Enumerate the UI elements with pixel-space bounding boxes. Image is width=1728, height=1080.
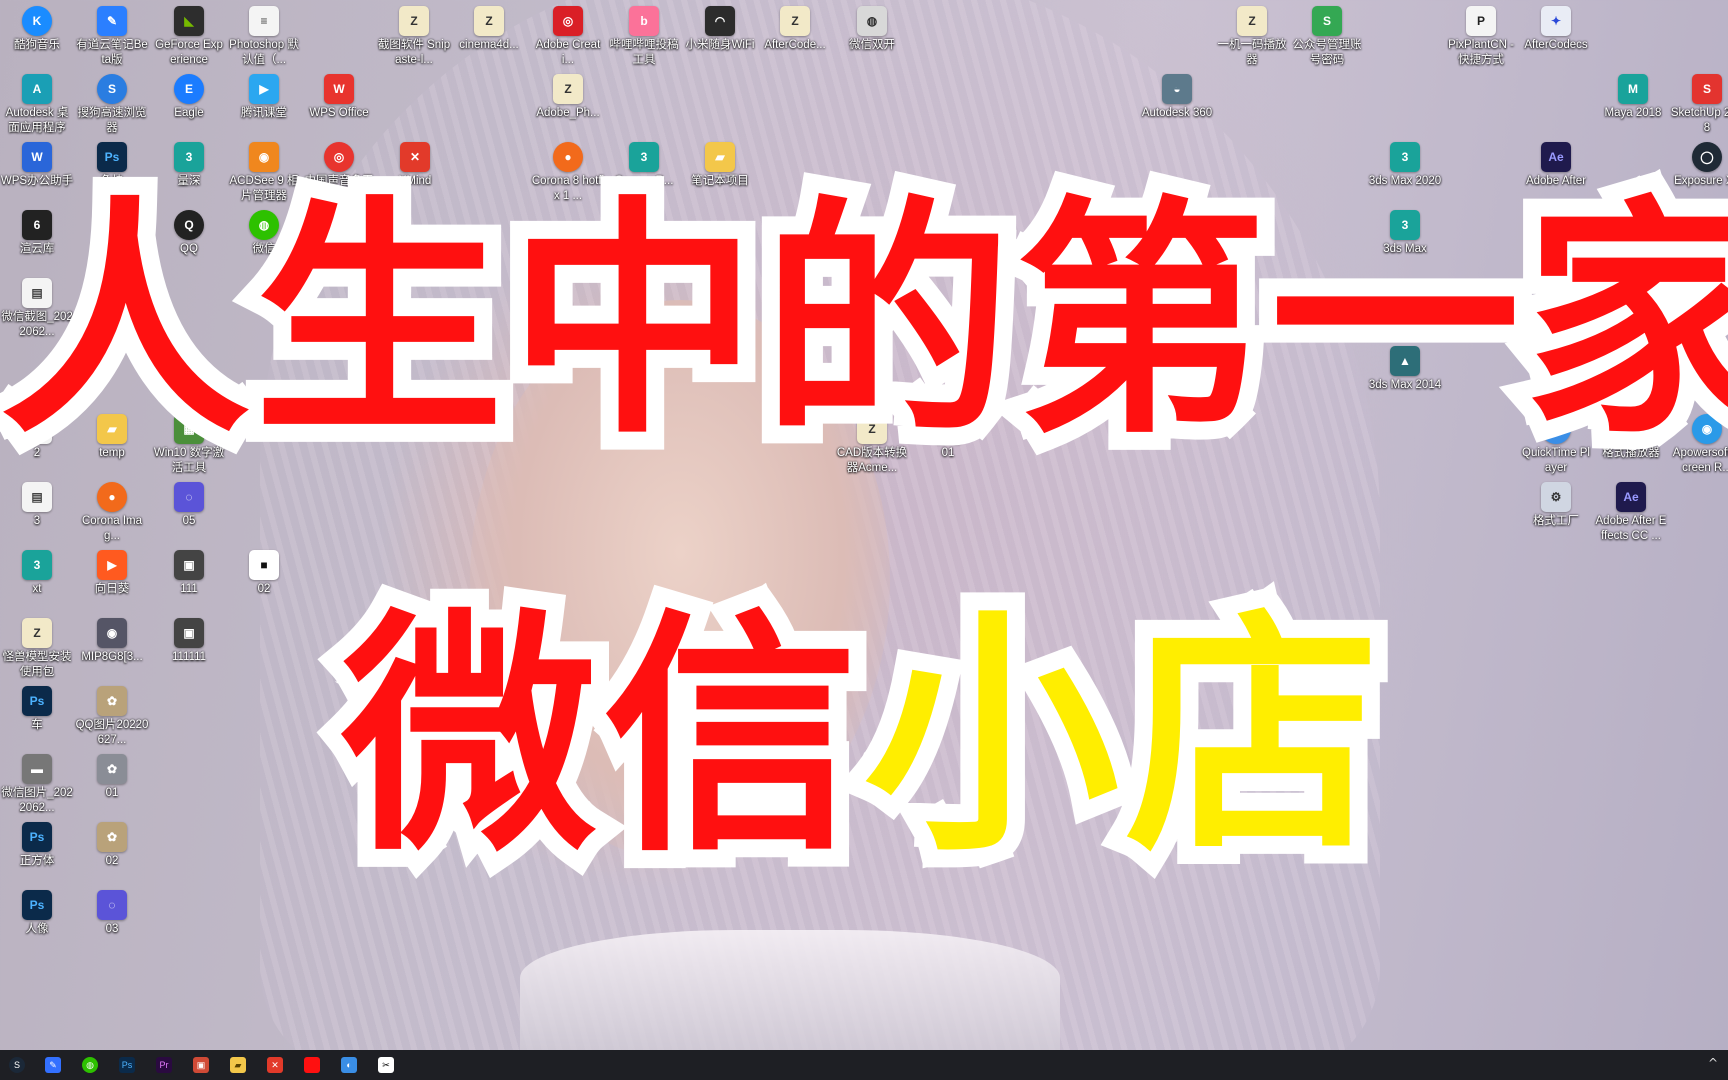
browser-icon: S [97,74,127,104]
nvidia-icon: ◣ [174,6,204,36]
desktop-icon-ps-portrait[interactable]: Ps 人像 [0,890,74,937]
zip-icon: Z [780,6,810,36]
desktop-icon-bilibili[interactable]: b 哔哩哔哩投稿工具 [607,6,681,68]
settings-file-icon: ≡ [249,6,279,36]
wifi-icon: ◠ [705,6,735,36]
desktop-icon-gzh-accounts[interactable]: S 公众号管理账号密码 [1290,6,1364,68]
red-app-icon[interactable] [304,1057,320,1073]
pixplant-icon: P [1466,6,1496,36]
steam-icon[interactable]: S [9,1057,25,1073]
note-icon: ✎ [97,6,127,36]
play-icon: ▶ [249,74,279,104]
desktop-icon-xiaomi-wifi[interactable]: ◠ 小米随身WiFi [683,6,757,53]
corona-icon: ● [553,142,583,172]
desktop-icon-cinema4d[interactable]: Zcinema4d... [452,6,526,53]
desktop-icon-after-effects-cc[interactable]: Ae Adobe After Effects CC ... [1594,482,1668,544]
3dsmax-file-icon: 3 [22,550,52,580]
aftercodecs-icon: ✦ [1541,6,1571,36]
desktop-icon-aftercodecs[interactable]: ✦ AfterCodecs [1519,6,1593,53]
desktop-icon-photoshop-defaults[interactable]: ≡ Photoshop 默认值（... [227,6,301,68]
feishu-icon[interactable]: ✎ [45,1057,61,1073]
desktop-icon-03[interactable]: ◌ 03 [75,890,149,937]
xmind-icon[interactable]: ✕ [267,1057,283,1073]
desktop-icon-adobe-cc[interactable]: ◎ Adobe Creati... [531,6,605,68]
headline-wechat: 微信 [324,571,876,904]
camera-icon: ◉ [249,142,279,172]
folder-icon[interactable]: ▰ [230,1057,246,1073]
after-effects-icon: Ae [1541,142,1571,172]
desktop-icon-tencent-class[interactable]: ▶ 腾讯课堂 [227,74,301,121]
desktop-icon-geforce[interactable]: ◣ GeForce Experience [152,6,226,68]
ps-icon[interactable]: Ps [119,1057,135,1073]
wps-helper-icon: W [22,142,52,172]
desktop-icon-format-factory[interactable]: ⚙ 格式工厂 [1519,482,1593,529]
desktop-icon-aftercodecs-file[interactable]: Z AfterCode... [758,6,832,53]
after-effects-icon: Ae [1616,482,1646,512]
xmind-icon: ✕ [400,142,430,172]
desktop-icon-kugou[interactable]: K 酷狗音乐 [0,6,74,53]
zip-icon: Z [399,6,429,36]
headline-shop: 小店 [846,571,1398,904]
desktop-icon-adobe-ph[interactable]: Z Adobe_Ph... [531,74,605,121]
wallpaper-collar [520,930,1060,1050]
kugou-icon: K [22,6,52,36]
eagle-icon: E [174,74,204,104]
wps-icon: W [324,74,354,104]
format-factory-icon: ⚙ [1541,482,1571,512]
wechat-dual-icon: ◍ [857,6,887,36]
file-icon: ▤ [22,482,52,512]
desktop-icon-05[interactable]: ◌ 05 [152,482,226,529]
premiere-icon[interactable]: Pr [156,1057,172,1073]
headline-line-1: 人生中的第一家 [0,158,1728,485]
tray-expand-icon[interactable]: ^ [1708,1056,1718,1070]
desktop-icon-file-3[interactable]: ▤ 3 [0,482,74,529]
desktop-icon-snipaste[interactable]: Z 截图软件 Snipaste-l... [377,6,451,68]
desktop-icon-wechat-dual[interactable]: ◍ 微信双开 [835,6,909,53]
app-red-icon[interactable]: ▣ [193,1057,209,1073]
sketchup-icon: S [1692,74,1722,104]
maya-icon: M [1618,74,1648,104]
3dsmax-icon: 3 [1390,142,1420,172]
psd-file-icon: Ps [22,890,52,920]
image-file-icon: ◌ [97,890,127,920]
voice-icon: ◎ [324,142,354,172]
sunflower-icon: ▶ [97,550,127,580]
desktop-icon-autodesk360[interactable]: ◒ Autodesk 360 [1140,74,1214,121]
image-file-icon: ■ [249,550,279,580]
image-file-icon: ▣ [174,550,204,580]
desktop-icon-yijiyima[interactable]: Z 一机一码播放器 [1215,6,1289,68]
desktop-icon-corona-image[interactable]: ● Corona Imag... [75,482,149,544]
desktop-icon-sogou[interactable]: S 搜狗高速浏览器 [75,74,149,136]
desktop-icon-eagle[interactable]: E Eagle [152,74,226,121]
desktop-icon-youdao[interactable]: ✎ 有道云笔记Beta版 [75,6,149,68]
taskbar: S ✎ ◍ Ps Pr ▣ ▰ ✕ ◐ ✂ ^ [0,1050,1728,1080]
adobe-cc-icon: ◎ [553,6,583,36]
qq-icon[interactable]: ◐ [341,1057,357,1073]
desktop-icon-pixplant[interactable]: P PixPlantCN - 快捷方式 [1444,6,1518,68]
bilibili-icon: b [629,6,659,36]
spreadsheet-icon: S [1312,6,1342,36]
psd-file-icon: Ps [97,142,127,172]
wechat-icon[interactable]: ◍ [82,1057,98,1073]
folder-icon: ▰ [705,142,735,172]
headline-line-2: 微信小店 [0,571,1728,904]
autodesk-icon: A [22,74,52,104]
image-file-icon: ◌ [174,482,204,512]
zip-icon: Z [553,74,583,104]
exposure-icon: ◯ [1692,142,1722,172]
3dsmax-file-icon: 3 [174,142,204,172]
desktop-icon-sketchup[interactable]: SSketchUp 2018 [1670,74,1728,136]
3dsmax-file-icon: 3 [629,142,659,172]
autodesk360-icon: ◒ [1162,74,1192,104]
desktop-icon-maya2018[interactable]: M Maya 2018 [1596,74,1670,121]
desktop-icon-wps-office[interactable]: W WPS Office [302,74,376,121]
desktop-icon-autodesk[interactable]: A Autodesk 桌面应用程序 [0,74,74,136]
zip-icon: Z [474,6,504,36]
capcut-icon[interactable]: ✂ [378,1057,394,1073]
palette-icon: ● [97,482,127,512]
zip-icon: Z [1237,6,1267,36]
